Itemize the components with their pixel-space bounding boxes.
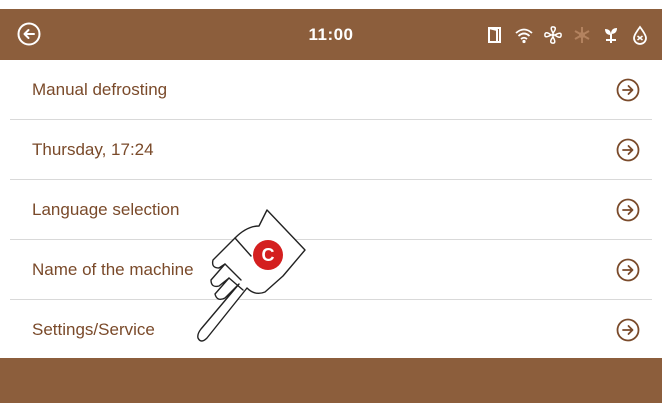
door-icon: [485, 25, 505, 45]
wifi-icon: [514, 25, 534, 45]
fan-icon: [543, 25, 563, 45]
arrow-right-circle-icon[interactable]: [616, 198, 640, 222]
water-drop-icon: [630, 25, 650, 45]
menu-item-label: Manual defrosting: [32, 79, 168, 99]
tap-badge: C: [253, 240, 283, 270]
menu-item-label: Settings/Service: [32, 319, 155, 339]
menu-item-settings-service[interactable]: Settings/Service: [10, 300, 652, 359]
footer-bar: [0, 358, 662, 403]
menu-item-date-time[interactable]: Thursday, 17:24: [10, 120, 652, 180]
menu-item-label: Language selection: [32, 199, 180, 219]
arrow-right-circle-icon[interactable]: [616, 138, 640, 162]
arrow-right-circle-icon[interactable]: [616, 258, 640, 282]
defrost-icon: [572, 25, 592, 45]
menu-item-label: Thursday, 17:24: [32, 139, 154, 159]
menu-item-manual-defrosting[interactable]: Manual defrosting: [10, 60, 652, 120]
menu-item-label: Name of the machine: [32, 259, 194, 279]
menu-item-language-selection[interactable]: Language selection: [10, 180, 652, 240]
arrow-right-circle-icon[interactable]: [616, 78, 640, 102]
arrow-right-circle-icon[interactable]: [616, 318, 640, 342]
menu-list: Manual defrosting Thursday, 17:24 Langua…: [0, 60, 662, 359]
plant-icon: [601, 25, 621, 45]
header-bar: 11:00: [0, 9, 662, 60]
status-icons: [485, 24, 650, 46]
menu-item-machine-name[interactable]: Name of the machine: [10, 240, 652, 300]
